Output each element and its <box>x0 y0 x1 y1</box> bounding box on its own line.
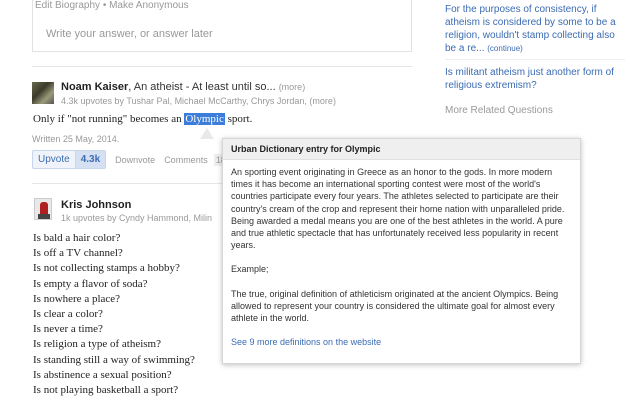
list-item: Is clear a color? <box>33 307 103 320</box>
list-item: Is not playing basketball a sport? <box>33 383 179 396</box>
selected-word[interactable]: Olympic <box>184 113 225 125</box>
profile-links[interactable]: Edit Biography • Make Anonymous <box>35 0 189 11</box>
definition-popup: Urban Dictionary entry for Olympic An sp… <box>222 138 581 364</box>
definition-text: An sporting event originating in Greece … <box>231 167 565 251</box>
downvote-button[interactable]: Downvote <box>115 155 155 165</box>
avatar-figure-base <box>38 214 50 219</box>
author-name[interactable]: Kris Johnson <box>61 199 131 211</box>
list-item: Is never a time? <box>33 323 103 336</box>
list-item: Is not collecting stamps a hobby? <box>33 262 180 275</box>
upvoters-line: 4.3k upvotes by Tushar Pal, Michael McCa… <box>61 96 336 106</box>
more-link[interactable]: (more) <box>279 82 306 92</box>
more-related-link[interactable]: More Related Questions <box>445 105 553 116</box>
continue-link[interactable]: (continue) <box>487 44 523 53</box>
example-text: The true, original definition of athleti… <box>231 288 559 324</box>
author-name[interactable]: Noam Kaiser <box>61 81 128 93</box>
list-item: Is standing still a way of swimming? <box>33 353 195 366</box>
answer-text-end: sport. <box>224 113 253 125</box>
answer-input[interactable] <box>40 22 404 46</box>
upvote-count: 4.3k <box>74 151 106 168</box>
more-definitions-link[interactable]: See 9 more definitions on the website <box>231 336 572 348</box>
author-tagline: , An atheist - At least until so... <box>128 81 276 93</box>
comments-button[interactable]: Comments <box>164 155 208 165</box>
related-question-text: For the purposes of consistency, if athe… <box>445 4 616 54</box>
popup-arrow <box>200 128 214 139</box>
list-item: Is empty a flavor of soda? <box>33 277 148 290</box>
popup-body: An sporting event originating in Greece … <box>223 160 580 348</box>
list-item: Is nowhere a place? <box>33 292 121 305</box>
divider <box>32 66 412 67</box>
answer-text: Only if "not running" becomes an Olympic… <box>33 113 252 125</box>
avatar[interactable] <box>32 82 54 104</box>
answer-actions: Upvote 4.3k Downvote Comments 18+ <box>32 150 233 169</box>
written-date: Written 25 May, 2014. <box>32 134 120 144</box>
avatar-figure <box>40 202 48 214</box>
answer-question-list: Is bald a hair color? Is off a TV channe… <box>33 231 195 398</box>
example-label: Example; <box>231 264 269 275</box>
upvoters-line: 1k upvotes by Cyndy Hammond, Milin <box>61 213 213 223</box>
list-item: Is religion a type of atheism? <box>33 338 161 351</box>
avatar[interactable] <box>34 198 52 220</box>
popup-title: Urban Dictionary entry for Olympic <box>223 139 580 160</box>
list-item: Is off a TV channel? <box>33 247 123 260</box>
related-question-1[interactable]: For the purposes of consistency, if athe… <box>445 3 625 55</box>
list-item: Is bald a hair color? <box>33 232 121 244</box>
author-line: Noam Kaiser, An atheist - At least until… <box>61 81 305 93</box>
list-item: Is abstinence a sexual position? <box>33 368 172 381</box>
related-question-2[interactable]: Is militant atheism just another form of… <box>445 66 625 92</box>
upvote-label: Upvote <box>38 154 70 165</box>
divider <box>445 59 625 60</box>
upvote-button[interactable]: Upvote 4.3k <box>32 150 107 169</box>
answer-text-start: Only if "not running" becomes an <box>33 113 185 125</box>
